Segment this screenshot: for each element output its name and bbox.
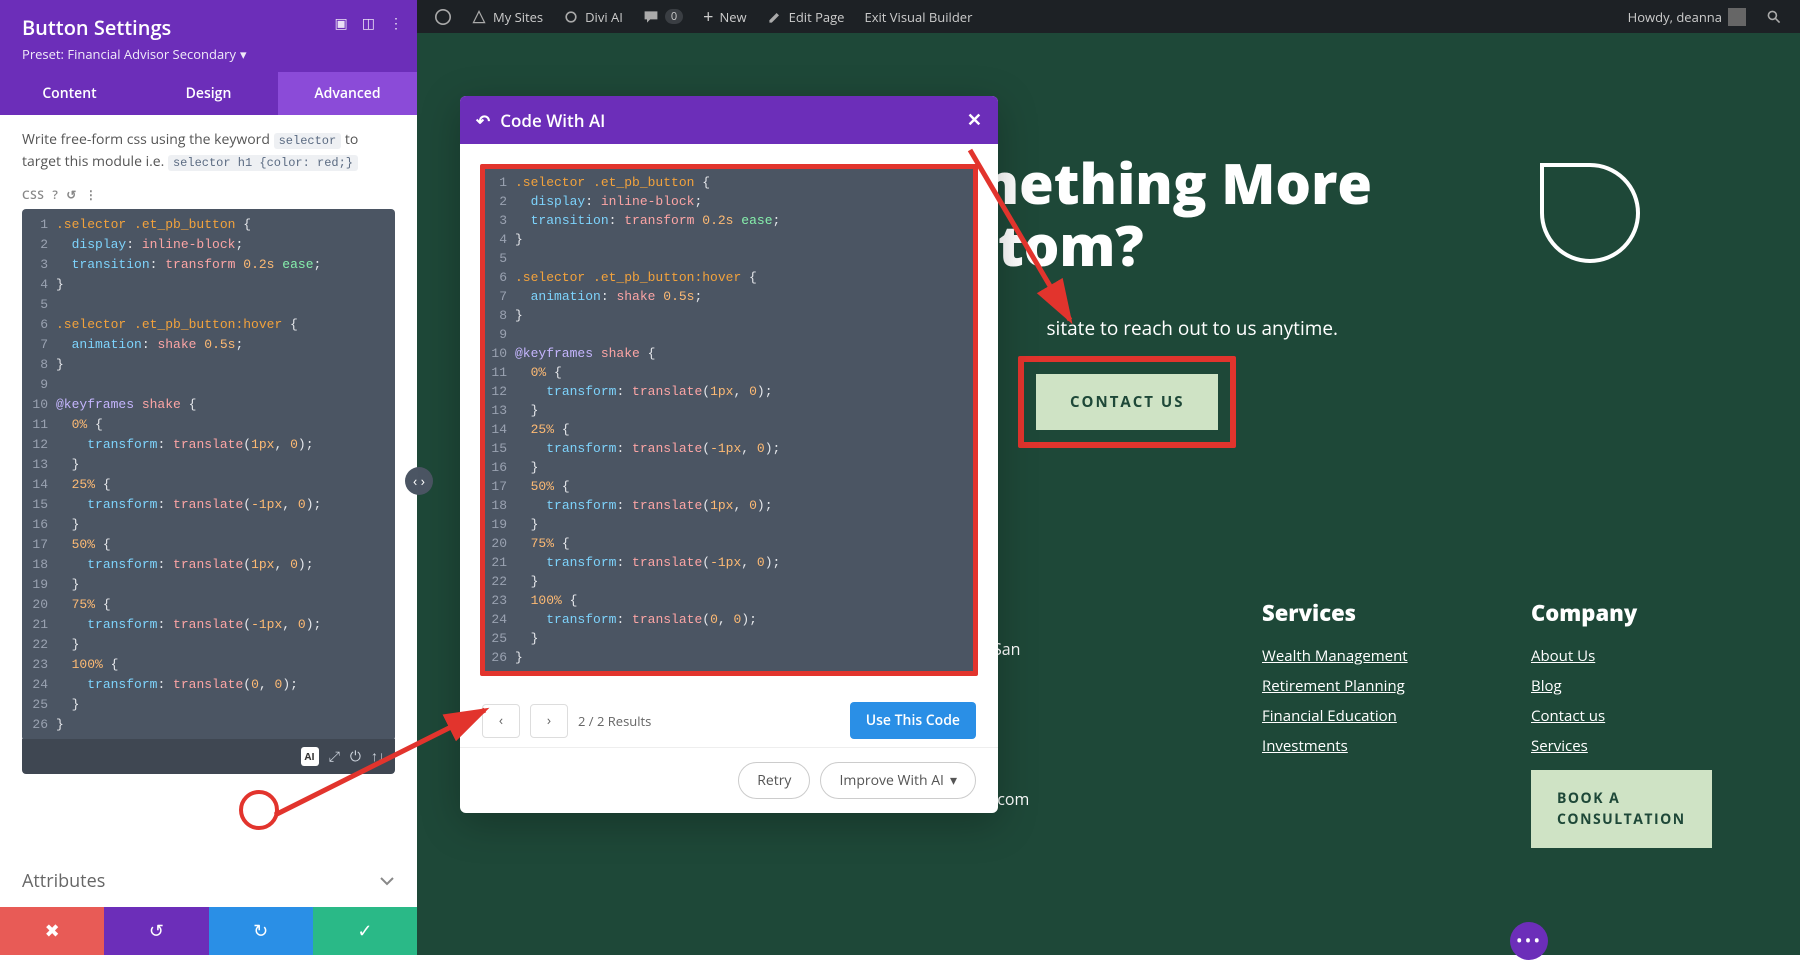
redo-button[interactable]: ↻ xyxy=(209,907,313,955)
annotation-contact-highlight: CONTACT US xyxy=(1018,356,1236,448)
next-result-button[interactable]: › xyxy=(530,704,568,738)
footer-link[interactable]: Contact us xyxy=(1531,706,1740,726)
tab-advanced[interactable]: Advanced xyxy=(278,72,417,115)
footer-link[interactable]: Investments xyxy=(1262,736,1471,756)
my-sites[interactable]: My Sites xyxy=(461,0,553,33)
undo-icon[interactable]: ↺ xyxy=(66,186,77,203)
tab-content[interactable]: Content xyxy=(0,72,139,115)
layout-icon[interactable]: ◫ xyxy=(362,14,375,33)
book-consultation-button[interactable]: BOOK ACONSULTATION xyxy=(1531,770,1712,848)
new-content[interactable]: +New xyxy=(693,0,756,33)
save-button[interactable]: ✓ xyxy=(313,907,417,955)
css-code-editor[interactable]: 1.selector .et_pb_button {2 display: inl… xyxy=(22,209,395,741)
back-icon[interactable]: ↶ xyxy=(476,109,490,132)
improve-with-ai-button[interactable]: Improve With AI ▾ xyxy=(820,762,976,799)
undo-button[interactable]: ↺ xyxy=(104,907,208,955)
avatar-icon xyxy=(1728,8,1746,26)
ai-popup-title: Code With AI xyxy=(500,109,605,132)
power-icon[interactable]: ⏻ xyxy=(350,747,361,766)
ai-code-editor[interactable]: 1.selector .et_pb_button {2 display: inl… xyxy=(480,164,978,676)
module-settings-panel: Button Settings Preset: Financial Adviso… xyxy=(0,0,417,955)
footer-link[interactable]: Retirement Planning xyxy=(1262,676,1471,696)
help-icon[interactable]: ? xyxy=(52,186,58,203)
panel-resize-handle[interactable]: ‹ › xyxy=(405,467,433,495)
hero-subtitle: sitate to reach out to us anytime. xyxy=(1047,315,1339,341)
footer-link[interactable]: Financial Education xyxy=(1262,706,1471,726)
pager-text: 2 / 2 Results xyxy=(578,712,651,730)
ai-button[interactable]: AI xyxy=(301,747,319,766)
panel-tabs: Content Design Advanced xyxy=(0,72,417,115)
more-icon[interactable]: ⋮ xyxy=(85,186,98,203)
prev-result-button[interactable]: ‹ xyxy=(482,704,520,738)
howdy-user[interactable]: Howdy, deanna xyxy=(1618,0,1756,33)
editor-toolbar: AI ⤢ ⏻ ↑↓ xyxy=(22,739,395,774)
more-icon[interactable]: ⋮ xyxy=(389,14,403,33)
sort-icon[interactable]: ↑↓ xyxy=(371,747,385,766)
focus-icon[interactable]: ▣ xyxy=(335,14,348,33)
attributes-section[interactable]: Attributes xyxy=(0,855,417,907)
contact-us-button[interactable]: CONTACT US xyxy=(1030,368,1224,436)
edit-page[interactable]: Edit Page xyxy=(757,0,855,33)
expand-icon[interactable]: ⤢ xyxy=(329,747,340,766)
footer-link[interactable]: About Us xyxy=(1531,646,1740,666)
search-icon[interactable] xyxy=(1756,0,1792,33)
panel-footer: ✖ ↺ ↻ ✓ xyxy=(0,907,417,955)
footer-services: Services Wealth Management Retirement Pl… xyxy=(1262,598,1471,848)
panel-header: Button Settings Preset: Financial Adviso… xyxy=(0,0,417,72)
wp-logo[interactable] xyxy=(425,0,461,33)
footer-link[interactable]: Blog xyxy=(1531,676,1740,696)
chevron-down-icon xyxy=(379,873,395,889)
tab-design[interactable]: Design xyxy=(139,72,278,115)
use-this-code-button[interactable]: Use This Code xyxy=(850,702,976,739)
preset-selector[interactable]: Preset: Financial Advisor Secondary ▾ xyxy=(22,45,247,63)
comments[interactable]: 0 xyxy=(633,0,693,33)
brand-logo-icon xyxy=(1540,163,1640,263)
chevron-down-icon: ▾ xyxy=(240,45,247,63)
close-button[interactable]: ✖ xyxy=(0,907,104,955)
builder-fab-button[interactable]: ••• xyxy=(1510,922,1548,960)
retry-button[interactable]: Retry xyxy=(738,762,810,799)
footer-link[interactable]: Services xyxy=(1531,736,1740,756)
css-section-label: CSS ? ↺ ⋮ xyxy=(22,186,395,203)
wp-admin-bar: My Sites Divi AI 0 +New Edit Page Exit V… xyxy=(417,0,1800,33)
chevron-down-icon: ▾ xyxy=(950,771,957,790)
divi-ai-menu[interactable]: Divi AI xyxy=(553,0,633,33)
css-help-text: Write free-form css using the keyword se… xyxy=(22,129,395,174)
exit-visual-builder[interactable]: Exit Visual Builder xyxy=(854,0,982,33)
code-with-ai-popup: ↶ Code With AI ✕ 1.selector .et_pb_butto… xyxy=(460,96,998,813)
footer-company: Company About Us Blog Contact us Service… xyxy=(1531,598,1740,848)
close-icon[interactable]: ✕ xyxy=(967,108,982,132)
footer-link[interactable]: Wealth Management xyxy=(1262,646,1471,666)
